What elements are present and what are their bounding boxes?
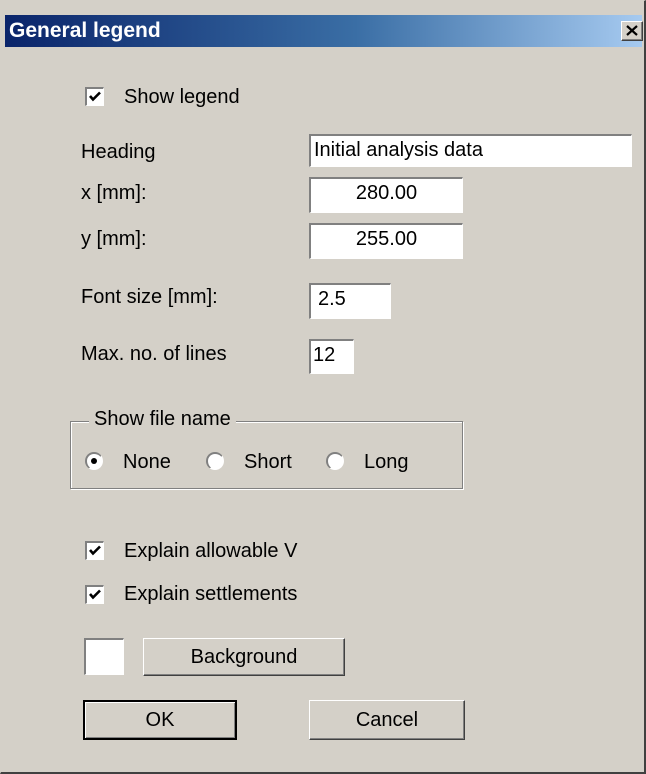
radio-long[interactable] <box>326 452 344 470</box>
background-button[interactable]: Background <box>143 638 345 676</box>
close-x-icon <box>626 25 638 36</box>
y-label: y [mm]: <box>81 228 147 250</box>
explain-settlements-checkbox[interactable] <box>85 585 104 604</box>
x-label: x [mm]: <box>81 182 147 204</box>
checkmark-icon <box>89 589 101 600</box>
radio-short[interactable] <box>206 452 224 470</box>
radio-none[interactable] <box>85 452 103 470</box>
font-size-label: Font size [mm]: <box>81 286 218 308</box>
general-legend-dialog: General legend Show legend Heading Initi… <box>0 0 646 774</box>
radio-none-label: None <box>123 451 171 473</box>
radio-short-label: Short <box>244 451 292 473</box>
file-name-group-title: Show file name <box>89 407 236 431</box>
y-input[interactable]: 255.00 <box>309 223 463 259</box>
x-input[interactable]: 280.00 <box>309 177 463 213</box>
background-color-swatch[interactable] <box>84 638 124 675</box>
radio-selected-dot <box>91 458 97 464</box>
explain-allowable-v-label: Explain allowable V <box>124 540 298 562</box>
title-bar[interactable]: General legend <box>5 15 643 47</box>
max-lines-input[interactable]: 12 <box>309 339 354 374</box>
font-size-input[interactable]: 2.5 <box>309 283 391 319</box>
show-legend-label: Show legend <box>124 86 240 108</box>
dialog-title: General legend <box>9 19 161 42</box>
heading-input[interactable]: Initial analysis data <box>309 134 632 167</box>
close-button[interactable] <box>621 21 643 41</box>
cancel-button[interactable]: Cancel <box>309 700 465 740</box>
explain-settlements-label: Explain settlements <box>124 583 298 605</box>
max-lines-label: Max. no. of lines <box>81 343 227 365</box>
heading-label: Heading <box>81 141 156 163</box>
checkmark-icon <box>89 91 101 102</box>
show-legend-checkbox[interactable] <box>85 87 104 106</box>
radio-long-label: Long <box>364 451 409 473</box>
ok-button[interactable]: OK <box>83 700 237 740</box>
explain-allowable-v-checkbox[interactable] <box>85 541 104 560</box>
checkmark-icon <box>89 545 101 556</box>
